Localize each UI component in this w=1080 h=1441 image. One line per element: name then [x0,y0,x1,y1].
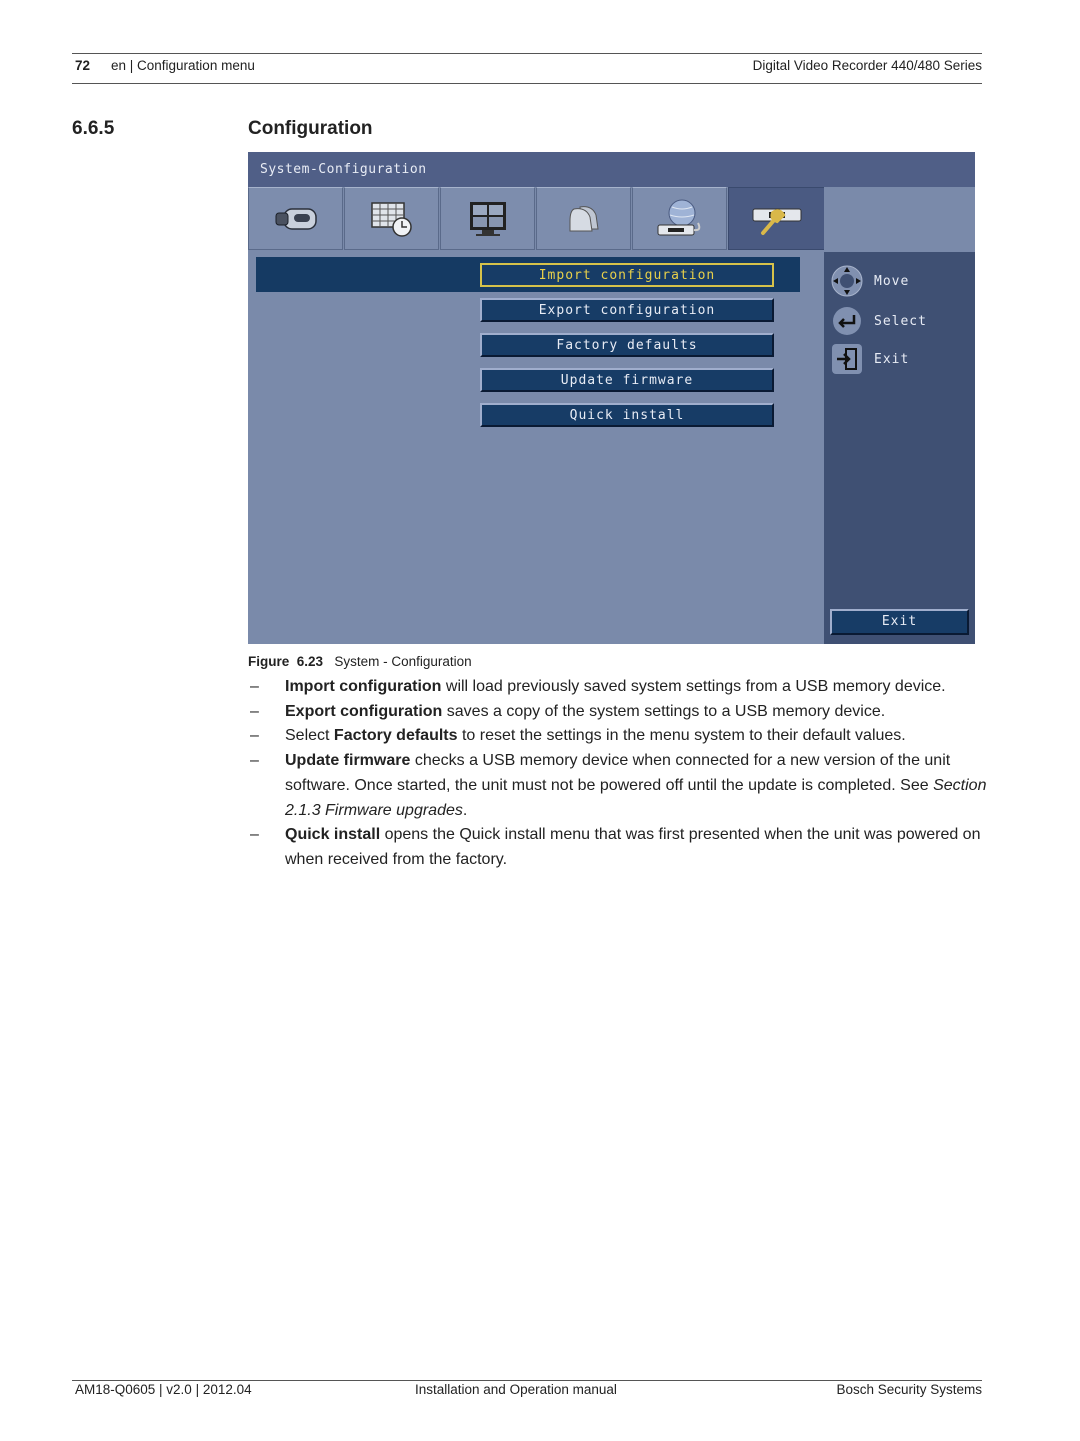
tab-camera[interactable] [248,187,343,250]
term: Export configuration [285,702,443,720]
header-bottom-rule [72,83,982,84]
enter-select-icon [830,304,864,338]
menu-tab-bar [248,187,826,252]
schedule-clock-icon [370,201,412,237]
bullet-marker: – [250,702,259,720]
system-wrench-icon [752,208,801,235]
list-item: – Select Factory defaults to reset the s… [248,724,988,749]
bullet-marker: – [250,678,259,695]
bullet-marker: – [250,752,259,770]
tab-bar-filler [824,187,975,252]
help-side-panel: Move Select Exit Exit [824,252,975,644]
hint-move: Move [830,264,909,298]
quick-install-button[interactable]: Quick install [480,403,774,427]
hint-exit: Exit [830,342,909,376]
tab-system-configuration[interactable] [728,187,825,250]
monitor-icon [469,201,506,236]
list-item: – Export configuration saves a copy of t… [248,700,988,725]
description: to reset the settings in the menu system… [457,727,906,745]
term: Quick install [285,826,381,844]
figure-caption-text: System - Configuration [334,654,472,669]
dvr-system-configuration-screen: System-Configuration Import configuratio… [248,152,975,644]
header-product-name: Digital Video Recorder 440/480 Series [752,58,982,73]
list-item: – Import configuration will load previou… [248,675,988,700]
network-globe-icon [657,199,700,235]
dpad-move-icon [830,264,864,298]
tab-monitor[interactable] [440,187,535,250]
alarm-bell-icon [569,205,599,231]
term: Factory defaults [333,727,458,745]
description: will load previously saved system settin… [441,678,946,695]
term: Update firmware [285,752,411,770]
section-number: 6.6.5 [72,118,115,139]
figure-number: 6.23 [296,654,324,669]
bullet-marker: – [250,727,259,745]
exit-door-icon [830,342,864,376]
header-section-label: en | Configuration menu [111,58,255,73]
export-configuration-button[interactable]: Export configuration [480,298,774,322]
list-item: – Quick install opens the Quick install … [248,823,988,872]
footer-rule [72,1380,982,1381]
figure-label: Figure [248,654,290,669]
hint-exit-label: Exit [874,351,910,367]
footer-manual-title: Installation and Operation manual [415,1382,617,1397]
footer-document-id: AM18-Q0605 | v2.0 | 2012.04 [75,1382,252,1397]
update-firmware-button[interactable]: Update firmware [480,368,774,392]
page-number: 72 [75,58,91,73]
tab-alarm[interactable] [536,187,631,250]
description-list: – Import configuration will load previou… [248,675,988,873]
screen-title-bar: System-Configuration [248,152,975,187]
config-menu-panel: Import configuration Export configuratio… [248,252,824,644]
list-item: – Update firmware checks a USB memory de… [248,749,988,823]
hint-select-label: Select [874,313,927,329]
section-title: Configuration [248,118,373,139]
bullet-marker: – [250,826,259,844]
description: opens the Quick install menu that was fi… [285,826,981,868]
exit-button[interactable]: Exit [830,609,969,635]
footer-company: Bosch Security Systems [836,1382,982,1397]
tab-network[interactable] [632,187,727,250]
prefix: Select [285,727,334,745]
hint-move-label: Move [874,273,910,289]
header-top-rule [72,53,982,54]
factory-defaults-button[interactable]: Factory defaults [480,333,774,357]
hint-select: Select [830,304,927,338]
import-configuration-button[interactable]: Import configuration [480,263,774,287]
figure-caption: Figure 6.23 System - Configuration [248,654,472,669]
camera-icon [275,207,317,230]
description: saves a copy of the system settings to a… [442,702,886,720]
term: Import configuration [285,678,442,695]
description-end: . [462,801,468,819]
tab-schedule[interactable] [344,187,439,250]
